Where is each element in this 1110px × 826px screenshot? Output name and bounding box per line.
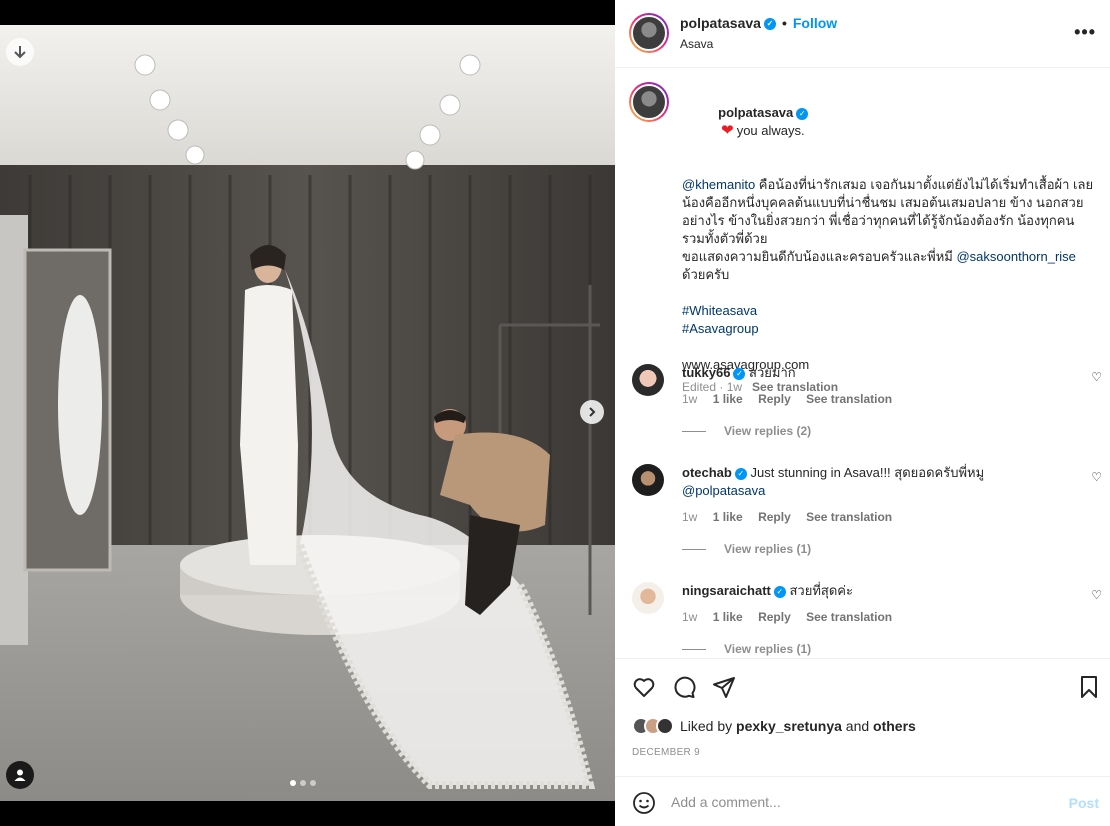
commenter-avatar[interactable] [632, 464, 664, 496]
arrow-down-icon [14, 46, 26, 59]
liked-by-prefix: Liked by [680, 718, 737, 734]
more-options-icon[interactable]: ••• [1074, 22, 1096, 43]
caption-first-line: you always. [736, 123, 805, 138]
carousel-indicator [290, 780, 316, 786]
comment-age: 1w [682, 610, 698, 624]
see-translation-link[interactable]: See translation [806, 510, 892, 524]
hashtag-link[interactable]: #Asavagroup [682, 321, 759, 336]
comments-scroll-area[interactable]: polpatasava ✓ ❤ you always. @khemanito คือ… [615, 68, 1110, 658]
comment-text: สวยที่สุดค่ะ [789, 583, 853, 598]
like-comment-heart-icon[interactable]: ♡ [1091, 470, 1102, 484]
comment-input[interactable] [671, 791, 1031, 813]
like-comment-heart-icon[interactable]: ♡ [1091, 370, 1102, 384]
post-details-panel: polpatasava ✓ • Follow Asava ••• polpatasav… [615, 0, 1110, 826]
see-translation-link[interactable]: See translation [806, 392, 892, 406]
bookmark-icon[interactable] [1077, 675, 1101, 699]
reply-button[interactable]: Reply [758, 610, 791, 624]
comment-likes[interactable]: 1 like [713, 510, 743, 524]
see-translation-link[interactable]: See translation [806, 610, 892, 624]
red-heart-emoji: ❤ [721, 122, 734, 139]
mention-link[interactable]: @saksoonthorn_rise [956, 249, 1075, 264]
view-replies-button[interactable]: View replies (1) [682, 542, 811, 556]
person-icon [14, 769, 26, 781]
mention-link[interactable]: @khemanito [682, 177, 755, 192]
carousel-dot [310, 780, 316, 786]
post-comment-button[interactable]: Post [1069, 795, 1099, 811]
bridal-fitting-photo [0, 25, 615, 801]
carousel-dot [290, 780, 296, 786]
caption-thanks: ขอแสดงความยินดีกับน้องและครอบครัวและพี่ห… [682, 249, 957, 264]
verified-badge-icon: ✓ [773, 585, 786, 598]
post-photo[interactable] [0, 25, 615, 801]
chevron-right-icon [589, 407, 596, 417]
view-replies-button[interactable]: View replies (1) [682, 642, 811, 656]
commenter-username[interactable]: ningsaraichatt [682, 583, 771, 598]
separator-dot: • [781, 15, 787, 31]
hashtag-link[interactable]: #Whiteasava [682, 303, 757, 318]
author-avatar[interactable] [629, 13, 669, 53]
post-caption: polpatasava ✓ ❤ you always. @khemanito คือ… [682, 86, 1097, 396]
follow-button[interactable]: Follow [793, 15, 837, 31]
comment-icon[interactable] [672, 675, 696, 699]
liker-avatar [656, 717, 674, 735]
share-icon[interactable] [712, 675, 736, 699]
author-username[interactable]: polpatasava [680, 15, 761, 31]
commenter-avatar[interactable] [632, 364, 664, 396]
comment-composer: Post [615, 776, 1110, 826]
tagged-users-button[interactable] [6, 761, 34, 789]
mention-link[interactable]: @polpatasava [682, 483, 765, 498]
reply-button[interactable]: Reply [758, 510, 791, 524]
carousel-dot [300, 780, 306, 786]
download-button[interactable] [6, 38, 34, 66]
commenter-avatar[interactable] [632, 582, 664, 614]
location-link[interactable]: Asava [680, 37, 713, 51]
comment-text: Just stunning in Asava!!! สุดยอดครับพี่ห… [750, 465, 985, 480]
verified-badge-icon: ✓ [733, 367, 746, 380]
heart-icon[interactable] [632, 675, 656, 699]
post-actions: Liked by pexky_sretunya and others DECEM… [615, 658, 1110, 776]
post-header: polpatasava ✓ • Follow Asava ••• [615, 0, 1110, 68]
post-date: DECEMBER 9 [632, 747, 701, 758]
liked-by-row: Liked by pexky_sretunya and others [632, 717, 916, 735]
like-comment-heart-icon[interactable]: ♡ [1091, 588, 1102, 602]
reply-button[interactable]: Reply [758, 392, 791, 406]
comment-text: สวยมาก [749, 365, 796, 380]
verified-badge-icon: ✓ [796, 107, 809, 120]
comment-likes[interactable]: 1 like [713, 610, 743, 624]
view-replies-button[interactable]: View replies (2) [682, 424, 811, 438]
verified-badge-icon: ✓ [763, 18, 776, 31]
others-link[interactable]: others [873, 718, 916, 734]
caption-avatar[interactable] [629, 82, 669, 122]
liker-username[interactable]: pexky_sretunya [736, 718, 842, 734]
media-panel [0, 0, 615, 826]
caption-username[interactable]: polpatasava [718, 105, 793, 120]
instagram-post-modal: polpatasava ✓ • Follow Asava ••• polpatasav… [0, 0, 1110, 826]
next-slide-button[interactable] [580, 400, 604, 424]
verified-badge-icon: ✓ [734, 467, 747, 480]
commenter-username[interactable]: otechab [682, 465, 732, 480]
comment-age: 1w [682, 510, 698, 524]
comment-likes[interactable]: 1 like [713, 392, 743, 406]
comment-age: 1w [682, 392, 698, 406]
emoji-icon[interactable] [632, 791, 656, 815]
commenter-username[interactable]: tukky66 [682, 365, 730, 380]
liked-by-and: and [841, 718, 874, 734]
